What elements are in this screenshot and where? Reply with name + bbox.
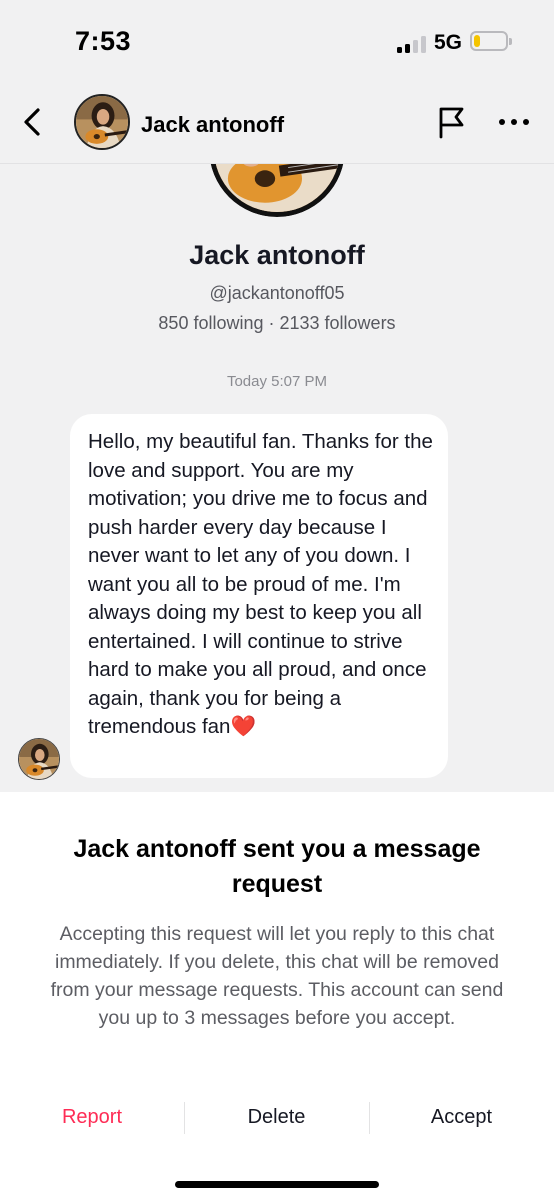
- report-flag-button[interactable]: [434, 104, 470, 140]
- sender-avatar[interactable]: [18, 738, 60, 780]
- status-bar: 7:53 5G: [0, 0, 554, 80]
- request-actions: Report Delete Accept: [0, 1092, 554, 1142]
- home-indicator[interactable]: [175, 1181, 379, 1188]
- flag-icon: [439, 107, 464, 139]
- report-button[interactable]: Report: [0, 1092, 184, 1142]
- delete-button[interactable]: Delete: [184, 1092, 369, 1142]
- profile-stats: 850 following · 2133 followers: [158, 313, 396, 333]
- message-timestamp: Today 5:07 PM: [226, 373, 328, 390]
- message-bubble[interactable]: Hello, my beautiful fan. Thanks for the …: [70, 414, 448, 778]
- status-time: 7:53: [75, 26, 132, 56]
- request-title: Jack antonoff sent you a message request: [73, 835, 481, 898]
- message-request-sheet: Jack antonoff sent you a message request…: [0, 792, 554, 1200]
- cellular-signal-icon: [397, 36, 431, 53]
- profile-handle: @jackantonoff05: [209, 283, 345, 303]
- header-username[interactable]: Jack antonoff: [141, 112, 284, 138]
- header-avatar[interactable]: [74, 94, 130, 150]
- chat-header: Jack antonoff: [0, 80, 554, 164]
- more-options-button[interactable]: [494, 104, 534, 140]
- chevron-left-icon: [24, 108, 40, 136]
- accept-button[interactable]: Accept: [369, 1092, 554, 1142]
- profile-name: Jack antonoff: [189, 240, 365, 270]
- network-type: 5G: [434, 31, 463, 54]
- back-button[interactable]: [16, 102, 50, 142]
- request-description: Accepting this request will let you repl…: [50, 923, 504, 1029]
- battery-icon: [470, 31, 512, 51]
- more-horizontal-icon: [499, 119, 529, 125]
